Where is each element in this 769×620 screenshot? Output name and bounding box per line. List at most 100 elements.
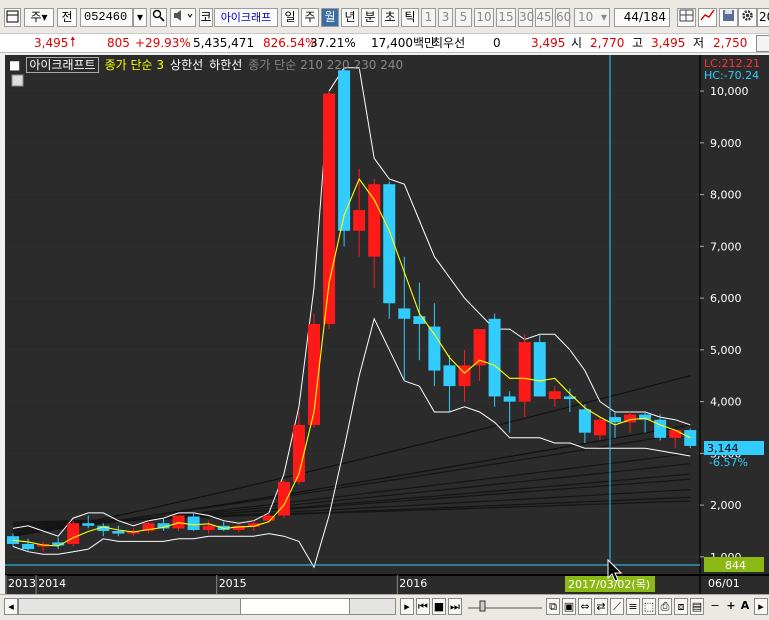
count-dropdown-icon: ▾ xyxy=(600,10,607,24)
interval-45[interactable]: 45 xyxy=(535,8,553,27)
period-month-label: 월 xyxy=(324,10,336,24)
period-tab-minute[interactable]: 분 xyxy=(361,8,379,27)
zoom-in-button[interactable]: + xyxy=(724,598,738,615)
period-tab-year[interactable]: 년 xyxy=(341,8,359,27)
period-tab-week[interactable]: 주 xyxy=(301,8,319,27)
candle-down xyxy=(684,430,697,446)
status-expand-button[interactable] xyxy=(756,35,769,52)
period-tab-tick[interactable]: 틱 xyxy=(401,8,419,27)
x-tick-label: 2013 xyxy=(8,577,36,590)
sound-icon[interactable] xyxy=(170,8,196,27)
priority-value: 0 xyxy=(493,36,501,50)
legend-extra[interactable]: 종가 단순 210 220 230 240 xyxy=(248,58,403,72)
y-tick-label: 4,000 xyxy=(710,396,742,409)
font-size-button[interactable]: A xyxy=(738,598,752,615)
search-icon[interactable] xyxy=(150,8,167,27)
candle-down xyxy=(398,308,411,319)
long-ma-line xyxy=(12,424,691,536)
volume-pct: 826.54% xyxy=(263,36,317,50)
export-icon[interactable]: ⧈ xyxy=(674,598,688,615)
save-icon[interactable] xyxy=(719,8,738,27)
chart-type-icon[interactable] xyxy=(11,74,24,87)
period-year-label: 년 xyxy=(344,10,356,24)
legend-lower[interactable]: 하한선 xyxy=(209,58,242,72)
jeon-button[interactable]: 전 xyxy=(57,8,77,27)
code-dropdown-icon[interactable]: ▾ xyxy=(133,8,147,27)
gear-icon[interactable] xyxy=(738,8,757,27)
far-right-field[interactable]: 20 xyxy=(757,8,769,27)
interval-1[interactable]: 1 xyxy=(421,8,436,27)
image-icon[interactable]: ▤ xyxy=(690,598,704,615)
period-tab-month[interactable]: 월 xyxy=(321,8,339,27)
zoom-slider[interactable] xyxy=(466,598,544,615)
step-forward-button[interactable]: ⏭ xyxy=(448,598,462,615)
quote-status-bar: 3,495 🠕 805 +29.93% 5,435,471 826.54% 37… xyxy=(0,34,769,53)
y-tick-label: 8,000 xyxy=(710,189,742,202)
period-tab-second[interactable]: 초 xyxy=(381,8,399,27)
compress-icon[interactable]: ⇄ xyxy=(594,598,608,615)
current-price: 3,495 xyxy=(34,36,69,50)
step-back-button[interactable]: ⏮ xyxy=(416,598,430,615)
candle-down xyxy=(82,523,95,526)
candle-down xyxy=(654,419,667,438)
shape-tool-icon[interactable]: ⬚ xyxy=(642,598,656,615)
candle-down xyxy=(7,536,19,544)
play-button[interactable]: ▸ xyxy=(400,598,414,615)
interval-10[interactable]: 10 xyxy=(474,8,494,27)
stock-name-field[interactable]: 아이크래프 xyxy=(214,8,278,27)
period-tick-label: 틱 xyxy=(404,10,416,24)
jeon-label: 전 xyxy=(61,10,73,24)
ma3-line xyxy=(12,177,691,547)
high-price: 3,495 xyxy=(651,36,686,50)
low-label: 저 xyxy=(693,36,705,50)
page-indicator[interactable]: 44/184 xyxy=(614,8,670,27)
zoom-out-button[interactable]: − xyxy=(708,598,722,615)
y-tick-label: 5,000 xyxy=(710,344,742,357)
chart-canvas[interactable]: 10,0009,0008,0007,0006,0005,0004,0003,00… xyxy=(5,55,769,594)
layout-icon[interactable]: ▣ xyxy=(562,598,576,615)
x-tick-label: 2015 xyxy=(219,577,247,590)
print-icon[interactable]: ⎙ xyxy=(658,598,672,615)
window-menu-icon[interactable] xyxy=(4,8,21,27)
candle-down xyxy=(112,531,125,534)
legend-ma[interactable]: 종가 단순 3 xyxy=(105,58,164,72)
volume: 5,435,471 xyxy=(193,36,255,50)
candle-up xyxy=(67,523,80,544)
x-axis-ticks: 2013 2014 2015 2016 xyxy=(5,575,427,594)
candle-up xyxy=(323,93,336,324)
hc-label: HC:-70.24 xyxy=(704,69,759,82)
open-label: 시 xyxy=(571,36,583,50)
y-tick-label: 9,000 xyxy=(710,137,742,150)
scroll-thumb[interactable] xyxy=(240,598,350,615)
fib-tool-icon[interactable]: ≡ xyxy=(626,598,640,615)
zoom-fit-icon[interactable]: ⇔ xyxy=(578,598,592,615)
grid-settings-icon[interactable] xyxy=(677,8,696,27)
legend-stock-name[interactable]: 아이크래프트 xyxy=(26,57,99,73)
candle-up xyxy=(353,210,366,231)
period-tab-day[interactable]: 일 xyxy=(281,8,299,27)
interval-5[interactable]: 5 xyxy=(455,8,472,27)
stop-button[interactable]: ■ xyxy=(432,598,446,615)
period-second-label: 초 xyxy=(384,10,396,24)
price-chart[interactable]: 10,0009,0008,0007,0006,0005,0004,0003,00… xyxy=(5,55,769,594)
market-select[interactable]: 주▾ xyxy=(24,8,54,27)
axis-date-short: 06/01 xyxy=(708,577,740,590)
interval-60[interactable]: 60 xyxy=(555,8,571,27)
interval-3[interactable]: 3 xyxy=(438,8,453,27)
crosshair-date: 2017/03/02(목) xyxy=(568,578,650,591)
interval-45-label: 45 xyxy=(536,10,552,24)
legend-upper[interactable]: 상한선 xyxy=(170,58,203,72)
count-select[interactable]: 10 ▾ xyxy=(574,8,610,27)
trend-tool-icon[interactable] xyxy=(698,8,717,27)
scroll-right-button[interactable]: ▸ xyxy=(754,598,768,615)
period-minute-label: 분 xyxy=(364,10,376,24)
candle-down xyxy=(503,396,516,402)
split-view-icon[interactable]: ⧉ xyxy=(546,598,560,615)
candle-down xyxy=(22,543,35,550)
interval-15[interactable]: 15 xyxy=(496,8,516,27)
line-tool-icon[interactable]: ⟋ xyxy=(610,598,624,615)
stock-code-input[interactable]: 052460 xyxy=(80,8,133,27)
scroll-left-button[interactable]: ◂ xyxy=(4,598,18,615)
interval-30[interactable]: 30 xyxy=(518,8,534,27)
up-arrow-icon: 🠕 xyxy=(70,35,76,50)
